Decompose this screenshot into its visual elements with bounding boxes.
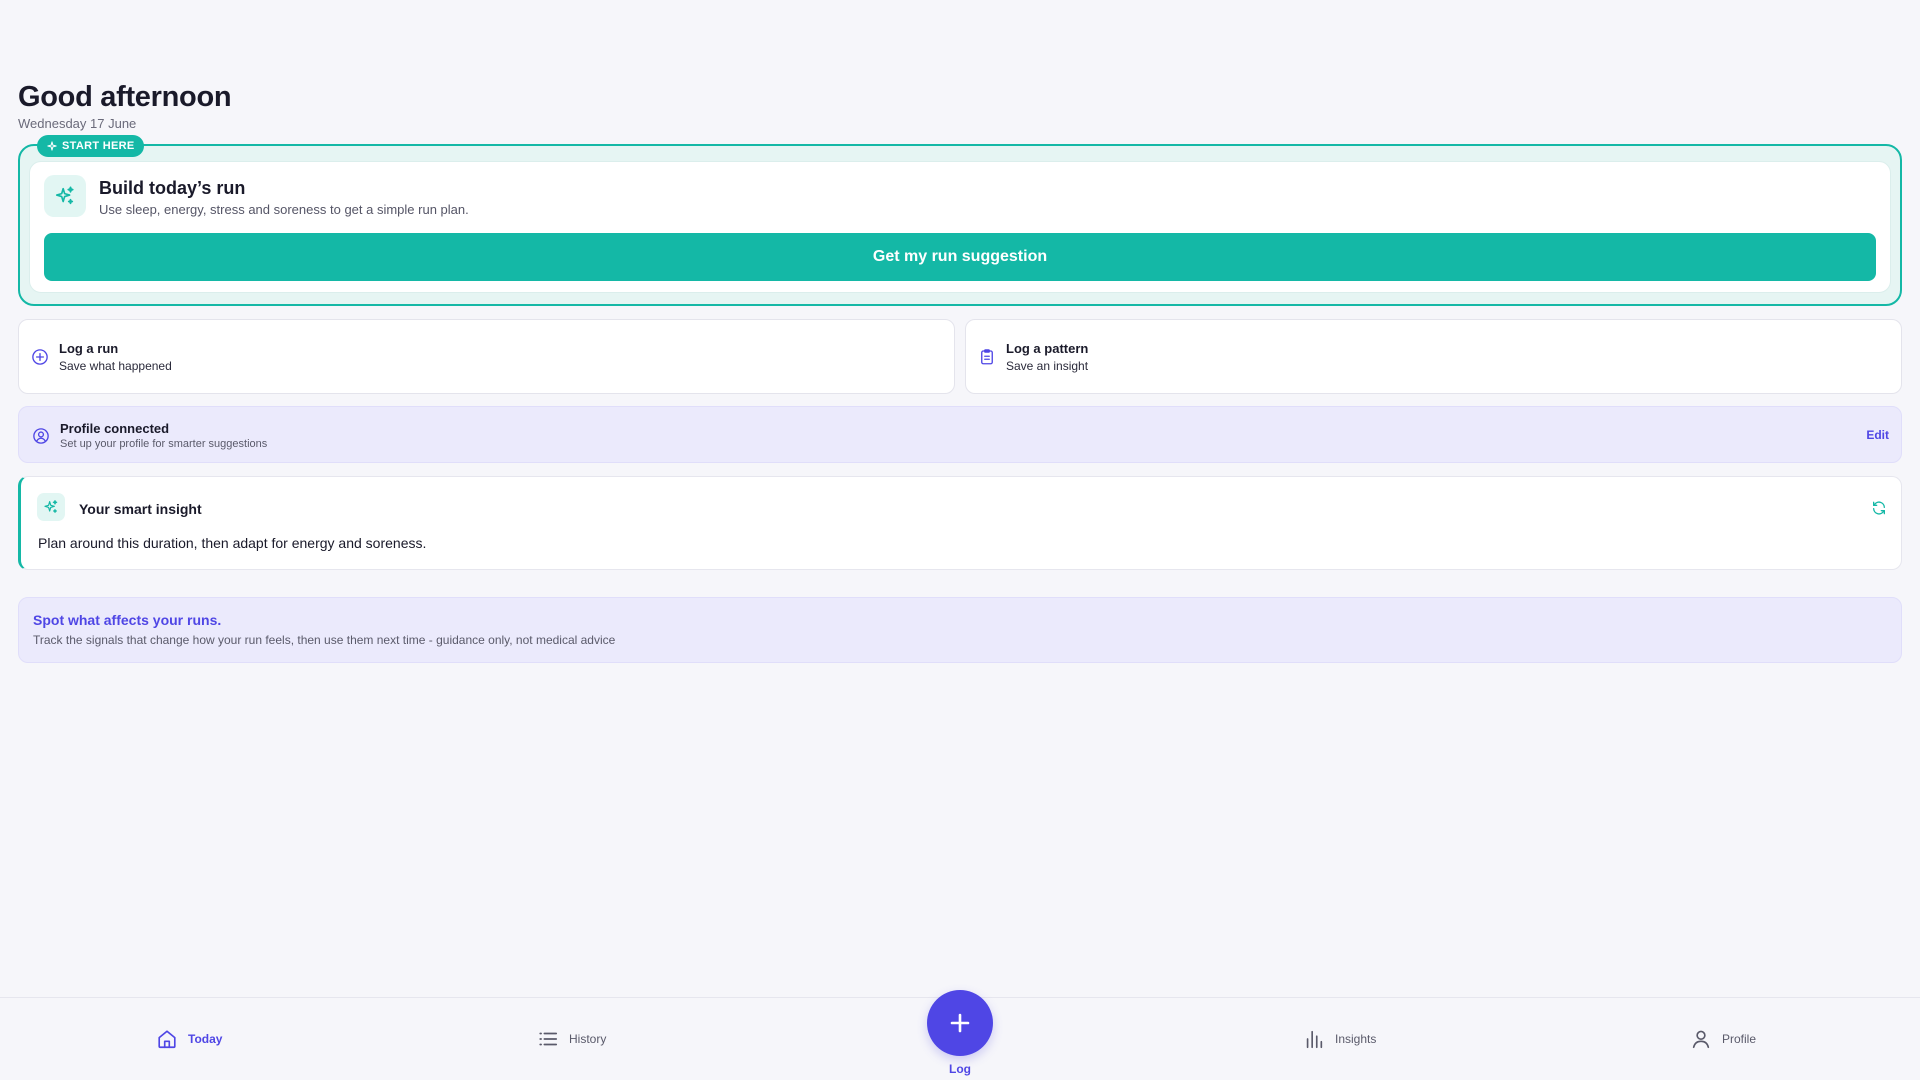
nav-log-label[interactable]: Log [927, 1062, 993, 1076]
build-run-panel: Build today’s run Use sleep, energy, str… [29, 161, 1891, 293]
nav-history-label: History [569, 1032, 607, 1046]
edit-profile-link[interactable]: Edit [1866, 428, 1889, 442]
greeting-title: Good afternoon [18, 81, 232, 113]
nav-insights-label: Insights [1335, 1032, 1377, 1046]
build-run-description: Use sleep, energy, stress and soreness t… [99, 202, 469, 217]
user-icon [1692, 1030, 1710, 1049]
nav-profile[interactable]: Profile [1690, 1028, 1756, 1050]
tip-title: Spot what affects your runs. [33, 612, 222, 628]
bottom-navigation: Today History Log Insights Profile [0, 990, 1920, 1080]
tip-subtitle: Track the signals that change how your r… [33, 633, 616, 647]
start-here-badge: START HERE [37, 135, 145, 157]
nav-today-label: Today [188, 1032, 223, 1046]
log-pattern-card[interactable]: Log a pattern Save an insight [965, 319, 1902, 394]
nav-profile-label: Profile [1722, 1032, 1757, 1046]
sparkle-icon [47, 141, 57, 151]
bar-chart-icon [1306, 1030, 1323, 1049]
user-circle-icon [33, 428, 49, 444]
log-run-subtitle: Save what happened [59, 359, 172, 373]
start-here-label: START HERE [62, 140, 135, 152]
log-pattern-title: Log a pattern [1006, 341, 1089, 356]
profile-connected-title: Profile connected [60, 421, 170, 436]
log-run-title: Log a run [59, 341, 119, 356]
plus-icon [950, 1013, 970, 1033]
profile-connected-banner: Profile connected Set up your profile fo… [18, 406, 1902, 463]
get-run-suggestion-button[interactable]: Get my run suggestion [44, 233, 1876, 281]
tip-banner: Spot what affects your runs. Track the s… [18, 597, 1902, 663]
nav-history[interactable]: History [537, 1028, 606, 1050]
nav-today[interactable]: Today [156, 1028, 222, 1050]
smart-insight-body: Plan around this duration, then adapt fo… [38, 535, 427, 551]
smart-insight-card: Your smart insight Plan around this dura… [18, 476, 1902, 570]
profile-connected-subtitle: Set up your profile for smarter suggesti… [60, 438, 268, 450]
list-icon [539, 1032, 558, 1046]
refresh-icon[interactable] [1871, 500, 1887, 516]
plus-circle-icon [32, 349, 48, 365]
log-pattern-subtitle: Save an insight [1006, 359, 1089, 373]
sparkles-icon [44, 175, 86, 217]
home-icon [158, 1030, 176, 1049]
start-here-card: START HERE Build today’s run Use sleep, … [18, 135, 1902, 306]
current-date: Wednesday 17 June [18, 116, 137, 131]
log-run-card[interactable]: Log a run Save what happened [18, 319, 955, 394]
build-run-title: Build today’s run [99, 178, 246, 198]
log-fab-button[interactable] [927, 990, 993, 1056]
smart-insight-title: Your smart insight [79, 501, 202, 517]
nav-insights[interactable]: Insights [1303, 1028, 1376, 1050]
sparkles-icon [37, 493, 65, 521]
clipboard-icon [981, 349, 993, 365]
